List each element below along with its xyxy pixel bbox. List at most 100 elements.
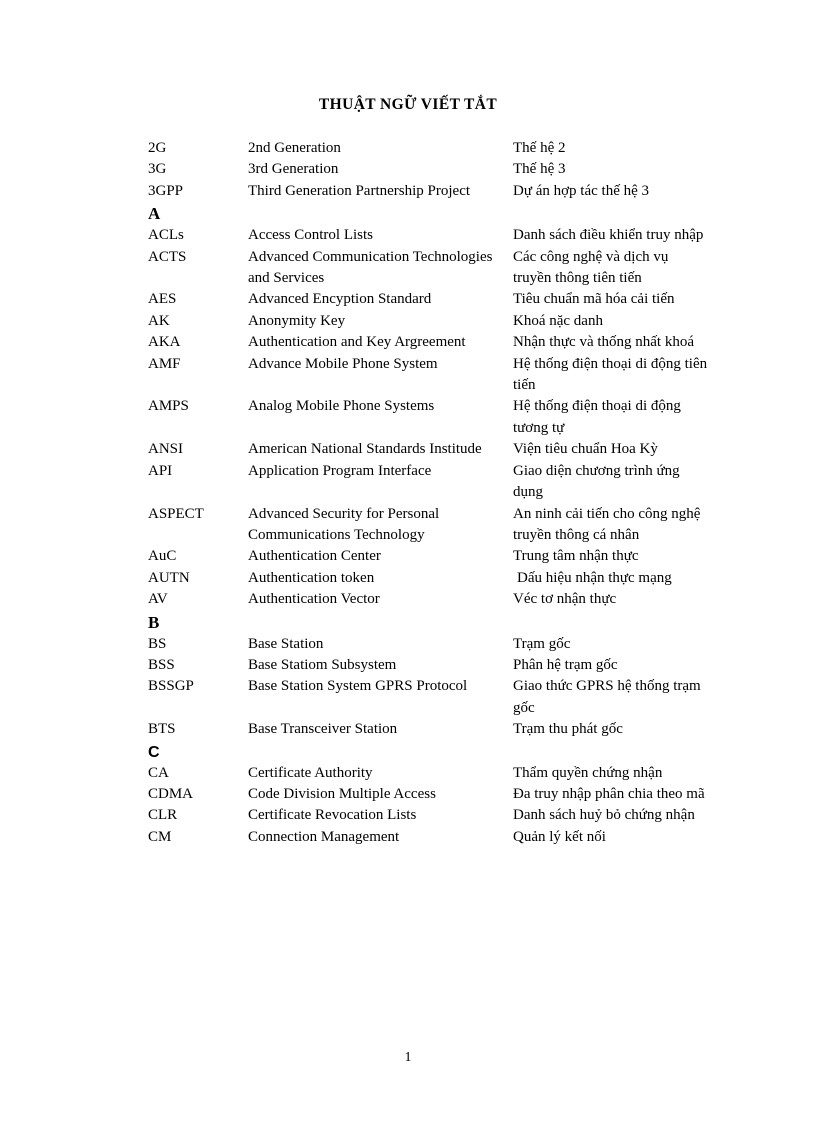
- glossary-entry: ANSI American National Standards Institud…: [148, 439, 708, 460]
- english-expansion: Advance Mobile Phone System: [248, 355, 438, 372]
- glossary-entry: AK Anonymity Key Khoá nặc danh: [148, 311, 708, 332]
- glossary-entry: AUTN Authentication token Dấu hiệu nhận th…: [148, 568, 708, 589]
- english-expansion: Base Station: [248, 635, 324, 652]
- vietnamese-translation: Các công nghệ và dịch vụ truyền thông ti…: [513, 248, 673, 287]
- glossary-entry: AKA Authentication and Key Argreement Nhận…: [148, 332, 708, 353]
- glossary-entry: 2G 2nd Generation Thế hệ 2: [148, 138, 708, 159]
- abbreviation-term: BSS: [148, 656, 175, 673]
- vietnamese-translation: Thẩm quyền chứng nhận: [513, 764, 663, 781]
- abbreviation-term: AES: [148, 291, 177, 308]
- page-number: 1: [404, 1050, 412, 1065]
- vietnamese-translation: Quản lý kết nối: [513, 828, 606, 845]
- page-title: THUẬT NGỮ VIẾT TẮT: [318, 96, 498, 113]
- vietnamese-translation: Dấu hiệu nhận thực mạng: [517, 569, 672, 586]
- glossary-entry: BSSGP Base Station System GPRS Protocol Gi…: [148, 676, 708, 719]
- glossary-entry: ACTS Advanced Communication Technologies …: [148, 247, 708, 290]
- vietnamese-translation: Viện tiêu chuẩn Hoa Kỳ: [513, 441, 658, 458]
- english-expansion: 3rd Generation: [248, 161, 339, 178]
- abbreviation-term: AUTN: [148, 569, 190, 586]
- english-expansion: Access Control Lists: [248, 227, 373, 244]
- english-expansion: Advanced Communication Technologies and …: [248, 248, 497, 287]
- vietnamese-translation: Véc tơ nhận thực: [513, 591, 617, 608]
- english-expansion: Third Generation Partnership Project: [248, 182, 471, 199]
- glossary-entry: CA Certificate Authority Thẩm quyền chứng …: [148, 763, 708, 784]
- vietnamese-translation: Thế hệ 3: [513, 161, 566, 178]
- english-expansion: Base Station System GPRS Protocol: [248, 678, 468, 695]
- abbreviation-term: AV: [148, 591, 168, 608]
- vietnamese-translation: Thế hệ 2: [513, 140, 566, 156]
- glossary-entry: BTS Base Transceiver Station Trạm thu phát…: [148, 719, 708, 740]
- abbreviation-term: API: [148, 462, 173, 479]
- english-expansion: Advanced Encyption Standard: [248, 291, 432, 308]
- vietnamese-translation: Trạm gốc: [513, 635, 571, 652]
- abbreviation-term: AK: [148, 312, 170, 329]
- vietnamese-translation: Danh sách huỷ bỏ chứng nhận: [513, 807, 695, 824]
- english-expansion: American National Standards Institude: [248, 441, 482, 458]
- glossary-entry: AMPS Analog Mobile Phone Systems Hệ thống …: [148, 396, 708, 439]
- abbreviation-term: CM: [148, 828, 172, 845]
- abbreviation-term: AuC: [148, 548, 177, 565]
- vietnamese-translation: Phân hệ trạm gốc: [513, 656, 618, 673]
- glossary-entry: ASPECT Advanced Security for Personal Com…: [148, 504, 708, 547]
- abbreviation-term: BS: [148, 635, 167, 652]
- abbreviation-term: 3G: [148, 161, 167, 178]
- abbreviation-term: AMPS: [148, 398, 189, 415]
- english-expansion: Authentication Center: [248, 548, 381, 565]
- english-expansion: Base Transceiver Station: [248, 721, 398, 738]
- vietnamese-translation: Nhận thực và thống nhất khoá: [513, 334, 695, 351]
- glossary-entry: CLR Certificate Revocation Lists Danh sách…: [148, 805, 708, 826]
- glossary-entry: AuC Authentication Center Trung tâm nhận t…: [148, 546, 708, 567]
- abbreviation-term: AKA: [148, 334, 181, 351]
- letter-section-heading: B: [148, 612, 160, 632]
- vietnamese-translation: Trung tâm nhận thực: [513, 548, 639, 565]
- letter-section-heading: C: [148, 743, 160, 761]
- english-expansion: Certificate Revocation Lists: [248, 807, 417, 824]
- english-expansion: Certificate Authority: [248, 764, 373, 781]
- glossary-entry: 3G 3rd Generation Thế hệ 3: [148, 159, 708, 180]
- english-expansion: 2nd Generation: [248, 140, 341, 156]
- vietnamese-translation: Giao diện chương trình ứng dụng: [513, 462, 684, 501]
- glossary-entry: CM Connection Management Quản lý kết nối: [148, 827, 708, 848]
- vietnamese-translation: Khoá nặc danh: [513, 312, 603, 329]
- abbreviation-term: ANSI: [148, 441, 184, 458]
- vietnamese-translation: Hệ thống điện thoại di động tương tự: [513, 398, 685, 436]
- glossary-entry: ACLs Access Control Lists Danh sách điều k…: [148, 225, 708, 246]
- abbreviation-term: CA: [148, 764, 169, 781]
- vietnamese-translation: Giao thức GPRS hệ thống trạm gốc: [513, 678, 705, 716]
- english-expansion: Analog Mobile Phone Systems: [248, 398, 435, 415]
- glossary-entry: CDMA Code Division Multiple Access Đa truy…: [148, 784, 708, 805]
- glossary-entry: BSS Base Statiom Subsystem Phân hệ trạm gố…: [148, 655, 708, 676]
- vietnamese-translation: An ninh cải tiến cho công nghệ truyền th…: [513, 505, 705, 543]
- english-expansion: Application Program Interface: [248, 462, 432, 479]
- letter-section-heading: A: [148, 204, 161, 224]
- english-expansion: Authentication token: [248, 569, 375, 586]
- english-expansion: Connection Management: [248, 828, 400, 845]
- vietnamese-translation: Danh sách điều khiển truy nhập: [513, 227, 704, 244]
- abbreviation-term: ACLs: [148, 227, 184, 244]
- glossary-entry: AMF Advance Mobile Phone System Hệ thống đ…: [148, 354, 708, 397]
- glossary-list: 2G 2nd Generation Thế hệ 2 3G 3rd Generation…: [148, 138, 708, 848]
- vietnamese-translation: Trạm thu phát gốc: [513, 721, 623, 738]
- glossary-entry: AES Advanced Encyption Standard Tiêu chuẩn…: [148, 289, 708, 310]
- abbreviation-term: CLR: [148, 807, 178, 824]
- vietnamese-translation: Hệ thống điện thoại di động tiên tiến: [513, 355, 711, 394]
- glossary-entry: AV Authentication Vector Véc tơ nhận thực: [148, 589, 708, 610]
- english-expansion: Code Division Multiple Access: [248, 785, 436, 802]
- english-expansion: Anonymity Key: [248, 312, 346, 329]
- abbreviation-term: 3GPP: [148, 182, 184, 199]
- english-expansion: Base Statiom Subsystem: [248, 656, 397, 673]
- glossary-entry: BS Base Station Trạm gốc: [148, 634, 708, 655]
- abbreviation-term: AMF: [148, 355, 181, 372]
- vietnamese-translation: Dự án hợp tác thế hệ 3: [513, 182, 650, 199]
- vietnamese-translation: Tiêu chuẩn mã hóa cải tiến: [513, 291, 675, 308]
- abbreviation-term: 2G: [148, 140, 167, 156]
- abbreviation-term: BSSGP: [148, 678, 194, 695]
- abbreviation-term: CDMA: [148, 785, 194, 802]
- abbreviation-term: ACTS: [148, 248, 187, 265]
- abbreviation-term: BTS: [148, 721, 176, 738]
- glossary-entry: API Application Program Interface Giao diệ…: [148, 461, 708, 504]
- english-expansion: Authentication Vector: [248, 591, 380, 608]
- english-expansion: Advanced Security for Personal Communica…: [248, 505, 443, 543]
- english-expansion: Authentication and Key Argreement: [248, 334, 466, 351]
- glossary-entry: 3GPP Third Generation Partnership Project…: [148, 181, 708, 202]
